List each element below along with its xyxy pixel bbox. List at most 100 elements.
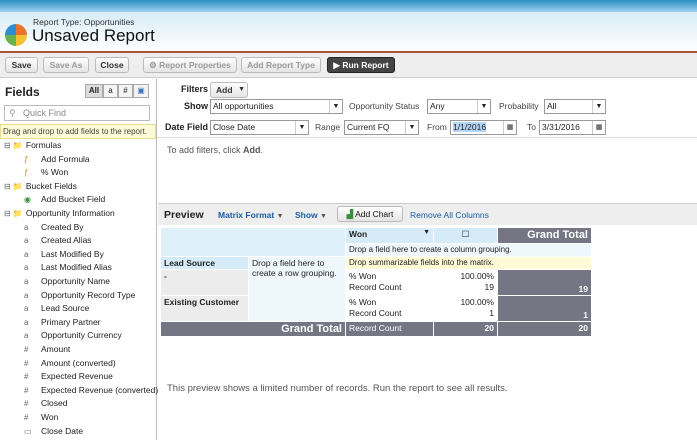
date-field-icon: ▭ xyxy=(24,426,32,436)
metric-value: 1 xyxy=(489,308,494,318)
column-checkbox[interactable]: ☐ xyxy=(433,227,498,244)
to-date-input[interactable]: 3/31/2016 ▦ xyxy=(539,120,606,135)
tree-folder[interactable]: ⊟ 📁 Formulas xyxy=(4,140,61,150)
number-field-icon: # xyxy=(24,399,29,409)
column-group-won[interactable]: Won ▼ xyxy=(345,227,434,244)
column-drop-zone[interactable]: Drop a field here to create a column gro… xyxy=(345,243,592,257)
remove-all-columns-link[interactable]: Remove All Columns xyxy=(410,210,489,220)
calendar-icon[interactable]: ▦ xyxy=(592,121,605,134)
filters-area: To add filters, click Add. xyxy=(158,137,697,199)
bucket-icon: ◉ xyxy=(24,195,31,205)
field-item[interactable]: # Amount xyxy=(24,344,70,354)
preview-message: This preview shows a limited number of r… xyxy=(167,383,508,394)
filter-date-button[interactable]: ▣ xyxy=(133,84,149,98)
filter-text-button[interactable]: a xyxy=(103,84,118,98)
from-date-input[interactable]: 1/1/2016 ▦ xyxy=(450,120,517,135)
field-item[interactable]: a Last Modified Alias xyxy=(24,262,112,272)
preview-bar: Preview Matrix Format ▼ Show ▼ ▟ Add Cha… xyxy=(158,203,697,225)
field-label: Last Modified Alias xyxy=(41,262,112,273)
date-field-select[interactable]: Close Date ▼ xyxy=(210,120,309,135)
summarize-drop-zone[interactable]: Drop summarizable fields into the matrix… xyxy=(345,256,592,270)
field-item[interactable]: a Primary Partner xyxy=(24,317,101,327)
search-icon: ⚲ xyxy=(9,108,16,118)
text-field-icon: a xyxy=(24,304,29,314)
row-drop-zone[interactable]: Drop a field here to create a row groupi… xyxy=(248,256,346,322)
field-item[interactable]: a Created Alias xyxy=(24,235,92,245)
tree-folder[interactable]: ⊟ 📁 Opportunity Information xyxy=(4,208,115,218)
row-total: 1 xyxy=(497,295,592,322)
fields-title: Fields xyxy=(5,85,40,99)
field-item[interactable]: # Expected Revenue xyxy=(24,371,113,381)
matrix-row: Existing Customer % Won Record Count 100.… xyxy=(160,295,592,322)
field-label: Amount (converted) xyxy=(41,357,116,368)
chart-icon: ▟ xyxy=(346,209,354,219)
field-item[interactable]: a Last Modified By xyxy=(24,249,104,259)
text-field-icon: a xyxy=(24,277,29,286)
field-item[interactable]: a Created By xyxy=(24,222,84,232)
field-label: Lead Source xyxy=(41,303,90,314)
show-select[interactable]: All opportunities ▼ xyxy=(210,99,343,114)
show-label: Show xyxy=(184,101,208,111)
number-field-icon: # xyxy=(24,345,29,354)
report-properties-button[interactable]: ⚙ Report Properties xyxy=(143,57,237,73)
field-label: Last Modified By xyxy=(41,248,104,259)
grand-total-metric: Record Count xyxy=(345,321,434,337)
add-chart-label: Add Chart xyxy=(355,209,394,219)
field-item[interactable]: a Lead Source xyxy=(24,303,89,313)
field-item[interactable]: ƒ % Won xyxy=(24,167,68,177)
show-dropdown[interactable]: Show ▼ xyxy=(295,210,327,220)
field-item[interactable]: a Opportunity Record Type xyxy=(24,290,135,300)
number-field-icon: # xyxy=(24,413,29,422)
save-as-button[interactable]: Save As xyxy=(43,57,89,73)
field-item[interactable]: a Opportunity Currency xyxy=(24,330,122,340)
format-dropdown[interactable]: Matrix Format ▼ xyxy=(218,210,284,220)
metric-label: % Won xyxy=(349,297,377,307)
grand-total-header: Grand Total xyxy=(497,227,592,244)
field-item[interactable]: # Won xyxy=(24,412,58,422)
add-report-type-button[interactable]: Add Report Type xyxy=(241,57,321,73)
from-date-value: 1/1/2016 xyxy=(453,122,487,132)
metric-label: % Won xyxy=(349,271,377,281)
status-select[interactable]: Any ▼ xyxy=(427,99,491,114)
filters-label: Filters xyxy=(180,84,208,94)
range-value: Current FQ xyxy=(347,122,390,132)
field-item[interactable]: a Opportunity Name xyxy=(24,276,110,286)
row-group-lead-source[interactable]: Lead Source xyxy=(160,256,249,270)
text-field-icon: a xyxy=(24,317,29,327)
add-chart-button[interactable]: ▟ Add Chart xyxy=(337,206,403,222)
close-button[interactable]: Close xyxy=(95,57,129,73)
metric-labels: % Won Record Count xyxy=(345,269,434,296)
tree-folder[interactable]: ⊟ 📁 Bucket Fields xyxy=(4,181,77,191)
grand-total-value: 20 xyxy=(433,321,498,337)
filter-all-button[interactable]: All xyxy=(85,84,103,98)
add-filter-button[interactable]: Add ▼ xyxy=(210,82,248,98)
field-label: Closed xyxy=(41,398,68,409)
metric-label: Record Count xyxy=(349,282,402,292)
field-item[interactable]: ▭ Close Date xyxy=(24,426,83,436)
calendar-icon[interactable]: ▦ xyxy=(503,121,516,134)
field-label: % Won xyxy=(41,167,69,178)
filter-number-button[interactable]: # xyxy=(118,84,133,98)
range-label: Range xyxy=(315,122,341,132)
field-item[interactable]: ƒ Add Formula xyxy=(24,154,90,164)
field-label: Expected Revenue (converted) xyxy=(41,384,159,395)
quick-find-input[interactable]: ⚲ Quick Find xyxy=(4,105,150,121)
folder-icon: ⊟ 📁 xyxy=(4,181,23,191)
range-select[interactable]: Current FQ ▼ xyxy=(344,120,419,135)
metric-value: 19 xyxy=(484,282,494,292)
run-report-button[interactable]: ▶ Run Report xyxy=(327,57,395,73)
folder-icon: ⊟ 📁 xyxy=(4,141,23,150)
save-button[interactable]: Save xyxy=(5,57,38,73)
field-label: Opportunity Currency xyxy=(41,330,122,341)
to-label: To xyxy=(527,122,536,132)
field-item[interactable]: # Closed xyxy=(24,398,67,408)
date-field-value: Close Date xyxy=(213,122,256,132)
folder-icon: ⊟ 📁 xyxy=(4,209,23,218)
probability-value: All xyxy=(547,101,557,111)
text-field-icon: a xyxy=(24,249,29,259)
field-item[interactable]: # Expected Revenue (converted) xyxy=(24,385,158,395)
field-item[interactable]: # Amount (converted) xyxy=(24,358,116,368)
probability-select[interactable]: All ▼ xyxy=(544,99,606,114)
chevron-down-icon: ▼ xyxy=(320,213,327,220)
field-item[interactable]: ◉ Add Bucket Field xyxy=(24,194,105,204)
